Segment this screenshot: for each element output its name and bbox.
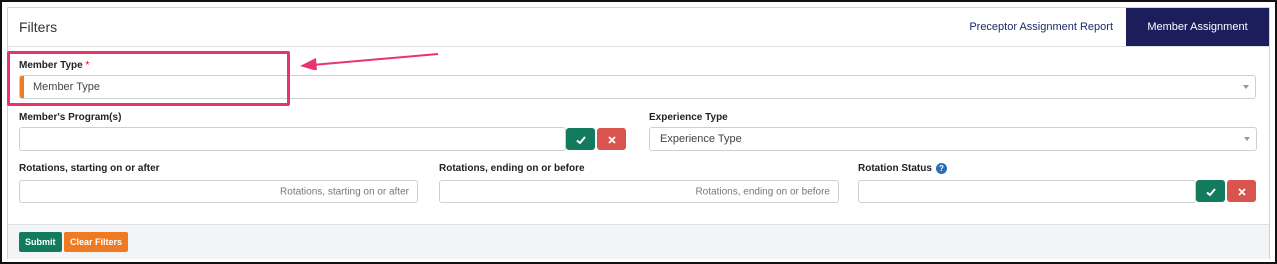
member-type-label: Member Type * (19, 60, 89, 71)
check-icon (1205, 188, 1216, 197)
rotation-status-label-text: Rotation Status (858, 163, 932, 175)
clear-filters-button[interactable]: Clear Filters (64, 232, 129, 252)
rotation-status-input[interactable] (858, 180, 1196, 203)
member-type-select[interactable]: Member Type (19, 75, 1256, 99)
rotation-end-label: Rotations, ending on or before (439, 163, 585, 174)
annotation-arrow-icon (300, 53, 439, 70)
panel-header: Filters Preceptor Assignment Report Memb… (8, 8, 1269, 71)
tab-member-assignment-report[interactable]: Member Assignment Report (1126, 8, 1269, 71)
programs-clear-button[interactable] (597, 128, 626, 150)
experience-type-select[interactable]: Experience Type (649, 127, 1257, 151)
programs-label: Member's Program(s) (19, 112, 122, 123)
rotation-start-placeholder: Rotations, starting on or after (280, 186, 409, 197)
rotation-status-label: Rotation Status? (858, 163, 947, 174)
filters-panel: Filters Preceptor Assignment Report Memb… (7, 7, 1270, 259)
member-type-selected: Member Type (33, 81, 101, 93)
close-icon (1237, 188, 1246, 196)
submit-button[interactable]: Submit (19, 232, 62, 252)
rotation-status-confirm-button[interactable] (1196, 180, 1225, 202)
rotation-start-label: Rotations, starting on or after (19, 163, 160, 174)
required-accent-bar (20, 76, 24, 98)
rotation-end-placeholder: Rotations, ending on or before (695, 186, 830, 197)
chevron-down-icon (1244, 137, 1250, 141)
experience-type-label: Experience Type (649, 112, 728, 123)
check-icon (575, 136, 586, 145)
rotation-start-input[interactable]: Rotations, starting on or after (19, 180, 418, 203)
experience-type-selected: Experience Type (660, 133, 742, 145)
tab-preceptor-assignment-report[interactable]: Preceptor Assignment Report (959, 8, 1123, 46)
chevron-down-icon (1243, 85, 1249, 89)
info-icon[interactable]: ? (935, 163, 947, 174)
member-type-label-text: Member Type (19, 60, 83, 71)
close-icon (607, 136, 616, 144)
rotation-end-input[interactable]: Rotations, ending on or before (439, 180, 839, 203)
rotation-status-clear-button[interactable] (1227, 180, 1256, 202)
programs-input[interactable] (19, 127, 566, 151)
programs-confirm-button[interactable] (566, 128, 595, 150)
panel-footer: Submit Clear Filters (8, 224, 1269, 259)
window-frame: Filters Preceptor Assignment Report Memb… (0, 0, 1277, 264)
required-mark: * (85, 60, 90, 71)
panel-title: Filters (19, 19, 58, 35)
